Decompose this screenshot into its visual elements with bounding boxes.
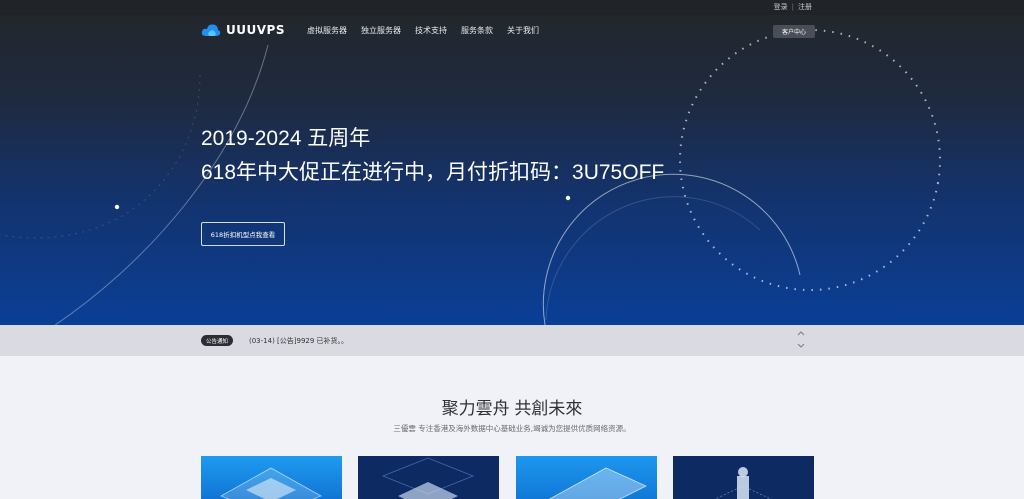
announcement-scroller bbox=[797, 330, 805, 350]
card-illustration bbox=[201, 456, 342, 499]
section-subtitle: 三優雲 专注香港及海外数据中心基础业务,竭诚为您提供优质网络资源。 bbox=[393, 424, 631, 433]
announcement-message[interactable]: (03-14) [公告]9929 已补货。。 bbox=[249, 336, 348, 346]
hero-banner: UUUVPS 虚拟服务器 独立服务器 技术支持 服务条款 关于我们 客户中心 2… bbox=[0, 15, 1024, 325]
main-nav: UUUVPS 虚拟服务器 独立服务器 技术支持 服务条款 关于我们 bbox=[201, 23, 539, 37]
nav-menu: 虚拟服务器 独立服务器 技术支持 服务条款 关于我们 bbox=[307, 25, 539, 36]
register-link[interactable]: 注册 bbox=[798, 2, 812, 12]
brand-logo[interactable]: UUUVPS bbox=[201, 23, 285, 37]
nav-item-terms[interactable]: 服务条款 bbox=[461, 25, 493, 36]
product-card-2[interactable] bbox=[358, 456, 499, 499]
card-illustration bbox=[516, 456, 657, 499]
account-links: 登录 | 注册 bbox=[774, 2, 812, 12]
announcement-bar: 公告通知 (03-14) [公告]9929 已补货。。 bbox=[0, 325, 1024, 356]
section-title: 聚力雲舟 共創未來 bbox=[441, 399, 583, 418]
product-card-1[interactable] bbox=[201, 456, 342, 499]
card-illustration bbox=[358, 456, 499, 499]
product-card-4[interactable] bbox=[673, 456, 814, 499]
client-center-button[interactable]: 客户中心 bbox=[773, 25, 815, 38]
hero-headline-anniversary: 2019-2024 五周年 bbox=[201, 127, 371, 150]
login-link[interactable]: 登录 bbox=[774, 2, 788, 12]
promo-button[interactable]: 618折扣机型点我查看 bbox=[201, 222, 285, 246]
chevron-down-icon[interactable] bbox=[797, 342, 805, 350]
nav-item-about[interactable]: 关于我们 bbox=[507, 25, 539, 36]
nav-item-virtual-servers[interactable]: 虚拟服务器 bbox=[307, 25, 347, 36]
hero-headline-promo: 618年中大促正在进行中，月付折扣码：3U75OFF bbox=[201, 161, 665, 184]
top-utility-bar: 登录 | 注册 bbox=[0, 0, 1024, 15]
card-illustration bbox=[673, 456, 814, 499]
nav-item-support[interactable]: 技术支持 bbox=[415, 25, 447, 36]
announcement-badge: 公告通知 bbox=[201, 335, 234, 346]
chevron-up-icon[interactable] bbox=[797, 330, 805, 338]
link-separator: | bbox=[791, 3, 794, 11]
cloud-logo-icon bbox=[201, 24, 221, 36]
product-card-3[interactable] bbox=[516, 456, 657, 499]
nav-item-dedicated-servers[interactable]: 独立服务器 bbox=[361, 25, 401, 36]
brand-name: UUUVPS bbox=[226, 23, 285, 37]
